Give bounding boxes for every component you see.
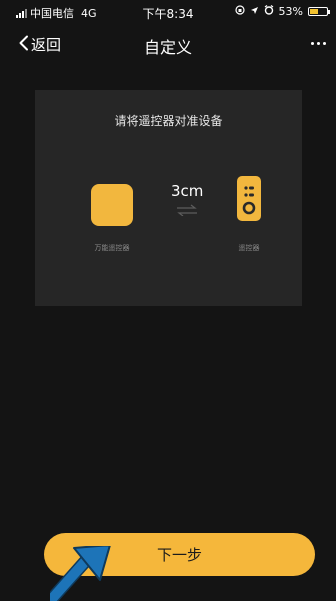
universal-remote-label: 万能遥控器 bbox=[94, 244, 130, 252]
battery-icon bbox=[308, 7, 330, 16]
battery-percentage: 53% bbox=[278, 5, 303, 18]
alarm-icon bbox=[264, 5, 274, 18]
location-icon bbox=[250, 5, 259, 18]
swap-arrows-icon bbox=[176, 201, 198, 220]
instruction-text: 请将遥控器对准设备 bbox=[114, 114, 223, 128]
pointer-arrow-icon bbox=[45, 544, 120, 601]
remote-control-icon bbox=[237, 176, 261, 221]
instruction-card: 请将遥控器对准设备 3cm 万能遥控器 遥控器 bbox=[35, 90, 302, 306]
battery-level bbox=[310, 9, 318, 14]
more-button[interactable] bbox=[311, 42, 326, 45]
universal-remote-icon bbox=[91, 184, 133, 226]
status-right: 53% bbox=[234, 5, 330, 18]
more-dots-icon bbox=[311, 42, 314, 45]
rotation-lock-icon bbox=[234, 5, 245, 18]
screen: 中国电信 4G 下午8:34 53% 返回 自定义 请将遥控器对准设备 3cm … bbox=[0, 0, 336, 601]
nav-bar: 返回 自定义 bbox=[0, 30, 336, 62]
next-step-label: 下一步 bbox=[156, 546, 202, 564]
status-bar: 中国电信 4G 下午8:34 53% bbox=[0, 0, 336, 24]
remote-label: 遥控器 bbox=[238, 244, 260, 252]
page-title: 自定义 bbox=[143, 38, 192, 57]
distance-label: 3cm bbox=[171, 182, 204, 200]
